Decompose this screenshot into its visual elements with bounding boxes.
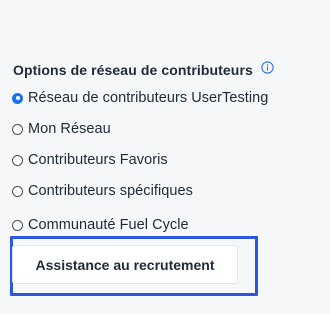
- option-my-network[interactable]: Mon Réseau: [12, 119, 111, 139]
- option-label: Contributeurs Favoris: [28, 152, 168, 168]
- radio-button[interactable]: [12, 123, 23, 135]
- option-label: Mon Réseau: [28, 121, 111, 137]
- option-label: Communauté Fuel Cycle: [28, 217, 189, 233]
- option-fuel-cycle-community[interactable]: Communauté Fuel Cycle: [12, 215, 189, 235]
- section-header: Options de réseau de contributeurs: [13, 60, 274, 79]
- section-title: Options de réseau de contributeurs: [13, 62, 253, 78]
- info-icon[interactable]: [261, 60, 274, 74]
- recruitment-assistance-button[interactable]: Assistance au recrutement: [12, 245, 238, 284]
- option-specific-contributors[interactable]: Contributeurs spécifiques: [12, 181, 193, 201]
- contributor-network-panel: Options de réseau de contributeurs Résea…: [0, 0, 330, 314]
- radio-button[interactable]: [12, 154, 23, 166]
- option-label: Contributeurs spécifiques: [28, 183, 193, 199]
- radio-button[interactable]: [12, 185, 23, 197]
- radio-button-selected[interactable]: [12, 92, 23, 104]
- option-favorite-contributors[interactable]: Contributeurs Favoris: [12, 150, 168, 170]
- radio-button[interactable]: [12, 219, 23, 231]
- option-usertesting-network[interactable]: Réseau de contributeurs UserTesting: [12, 88, 268, 108]
- option-label: Réseau de contributeurs UserTesting: [28, 90, 269, 106]
